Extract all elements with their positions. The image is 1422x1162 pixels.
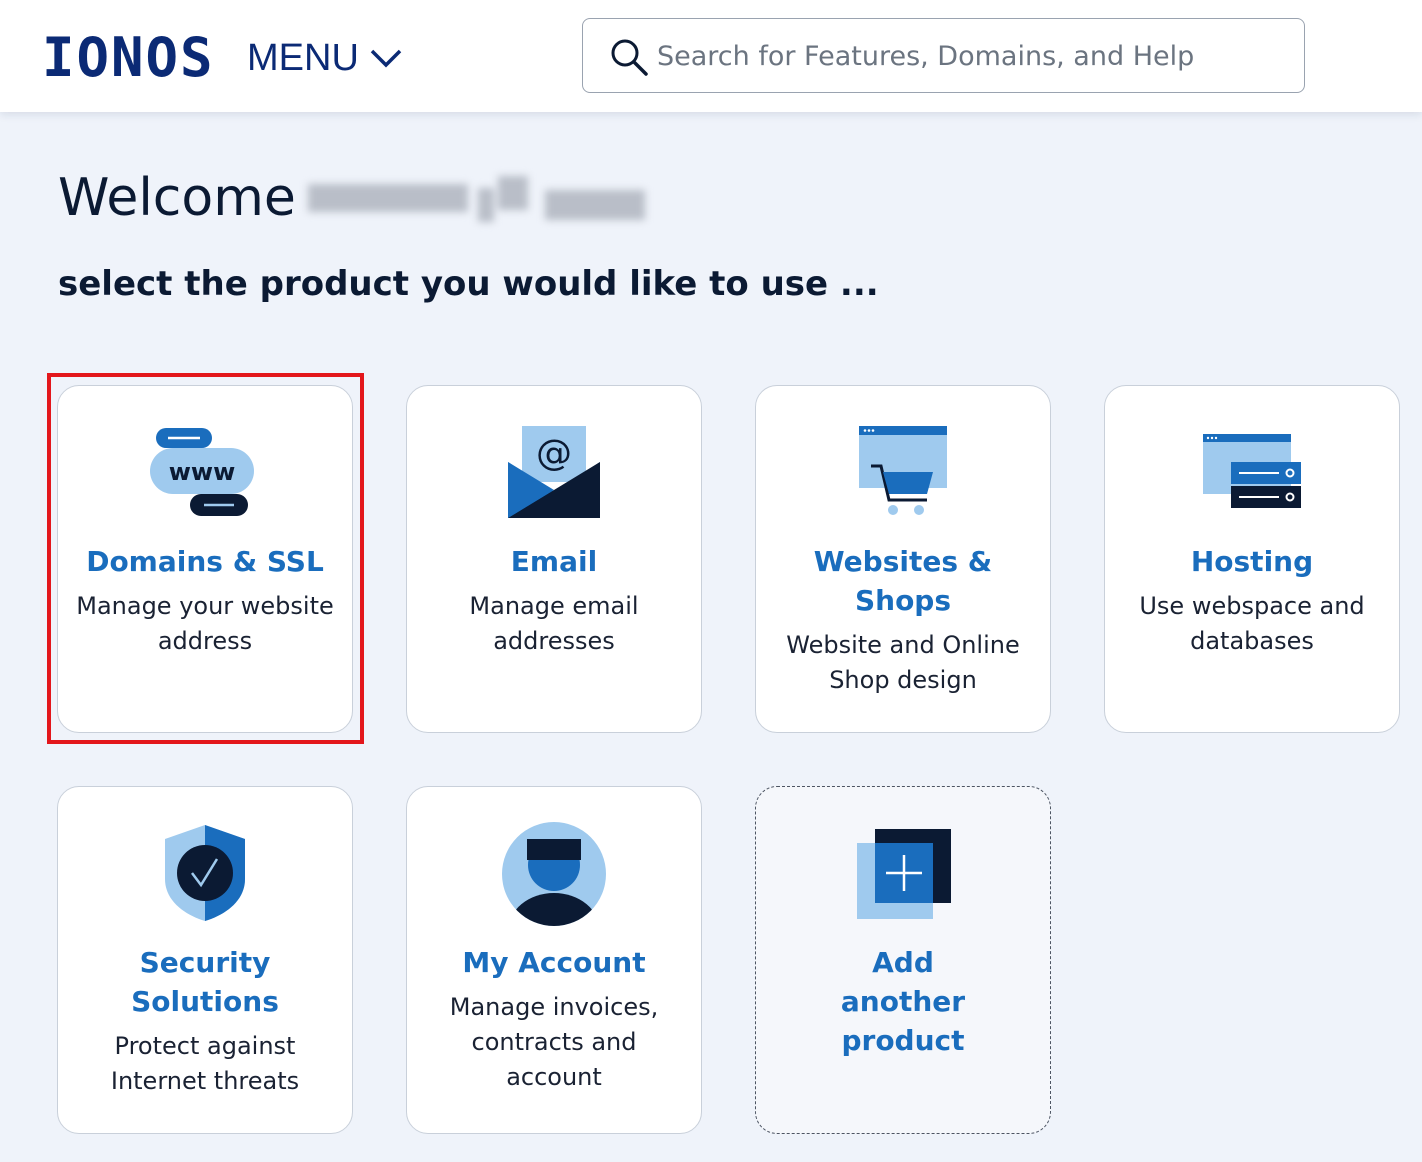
chevron-down-icon (370, 49, 402, 68)
product-title: Security Solutions (131, 946, 279, 1018)
product-description: Protect against Internet threats (110, 1032, 300, 1095)
product-description: Manage invoices, contracts and account (449, 993, 659, 1091)
page-subtitle: select the product you would like to use… (58, 264, 879, 304)
welcome-heading: Welcome (58, 168, 296, 228)
product-card-websites-shops[interactable]: Websites & Shops Website and Online Shop… (755, 385, 1051, 733)
top-navigation-bar: IONOS MENU (0, 0, 1422, 112)
blurred-user-name (300, 170, 660, 226)
product-card-security-solutions[interactable]: Security Solutions Protect against Inter… (57, 786, 353, 1134)
product-description: Manage your website address (76, 592, 334, 655)
product-description: Manage email addresses (469, 592, 639, 655)
product-title: Domains & SSL (86, 545, 324, 578)
shopping-cart-icon (859, 426, 947, 515)
add-product-icon (857, 829, 951, 919)
product-card-my-account[interactable]: My Account Manage invoices, contracts an… (406, 786, 702, 1134)
user-avatar-icon (502, 822, 606, 926)
email-envelope-icon: @ (508, 426, 600, 518)
search-box[interactable] (582, 18, 1305, 93)
product-title: My Account (462, 946, 646, 979)
product-card-domains-ssl[interactable]: www Domains & SSL Manage your website ad… (57, 385, 353, 733)
svg-text:www: www (169, 458, 236, 486)
search-input[interactable] (657, 31, 1277, 81)
product-title: Email (510, 545, 598, 578)
product-card-hosting[interactable]: Hosting Use webspace and databases (1104, 385, 1400, 733)
server-icon (1203, 434, 1301, 508)
add-product-card[interactable]: Add another product (755, 786, 1051, 1134)
svg-text:@: @ (536, 433, 572, 474)
product-title: Add another product (840, 946, 966, 1057)
product-title: Websites & Shops (813, 545, 993, 617)
product-title: Hosting (1190, 545, 1314, 578)
product-description: Use webspace and databases (1139, 592, 1365, 655)
www-icon: www (150, 428, 254, 516)
ionos-logo[interactable]: IONOS (42, 28, 215, 88)
product-description: Website and Online Shop design (786, 631, 1020, 694)
menu-button[interactable]: MENU (247, 35, 403, 81)
search-icon (611, 39, 648, 76)
shield-check-icon (165, 825, 245, 921)
menu-label: MENU (247, 36, 359, 79)
product-card-email[interactable]: @ Email Manage email addresses (406, 385, 702, 733)
